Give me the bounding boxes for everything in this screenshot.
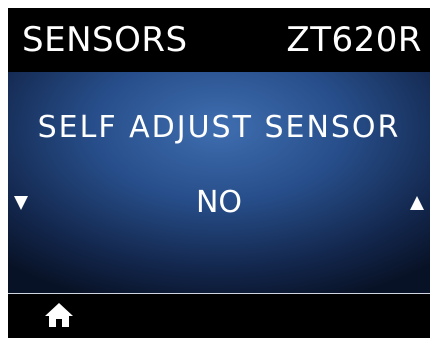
printer-model: ZT620R xyxy=(286,20,422,60)
menu-title: SENSORS xyxy=(22,20,188,60)
home-icon xyxy=(45,303,73,327)
header-bar: SENSORS ZT620R xyxy=(8,8,430,72)
next-value-button[interactable] xyxy=(408,188,428,218)
triangle-up-icon xyxy=(410,196,424,210)
menu-screen: SENSORS ZT620R SELF ADJUST SENSOR NO xyxy=(8,8,430,293)
divider xyxy=(8,293,430,294)
printer-display: SENSORS ZT620R SELF ADJUST SENSOR NO xyxy=(8,8,430,338)
setting-value: NO xyxy=(195,185,243,220)
home-button[interactable] xyxy=(44,301,74,329)
setting-name: SELF ADJUST SENSOR xyxy=(37,110,401,145)
